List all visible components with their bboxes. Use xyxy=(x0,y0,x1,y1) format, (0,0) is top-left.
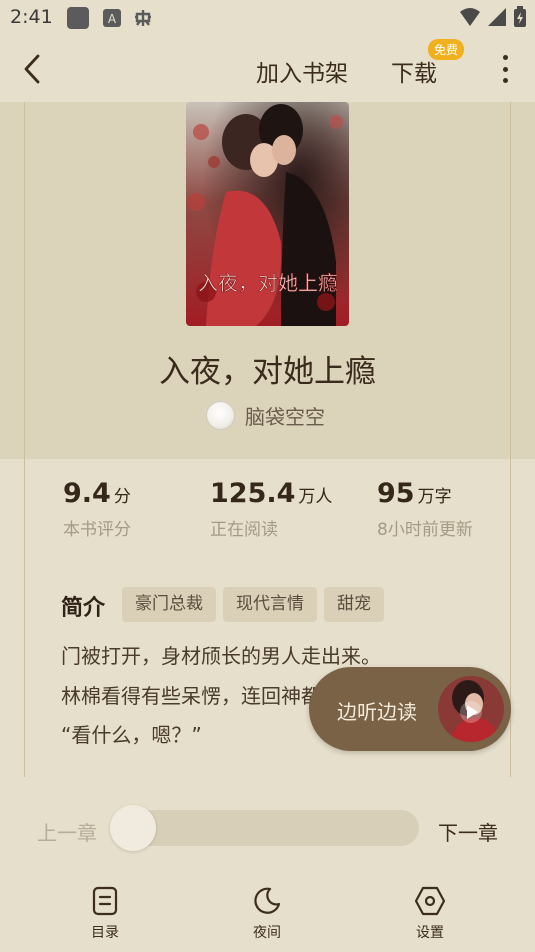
cover-illustration: 入夜，对她上瘾 xyxy=(186,102,349,326)
more-dot xyxy=(502,78,508,83)
nav-night-mode[interactable]: 夜间 xyxy=(227,886,307,942)
stat-value: 9.4 xyxy=(63,478,111,509)
a-icon: A xyxy=(101,7,123,29)
chapter-progress-slider[interactable] xyxy=(112,810,419,846)
book-cover[interactable]: 入夜，对她上瘾 xyxy=(186,102,349,326)
nav-table-of-contents[interactable]: 目录 xyxy=(65,886,145,942)
tag-chip[interactable]: 甜宠 xyxy=(324,587,384,622)
author-name: 脑袋空空 xyxy=(245,405,325,429)
nav-label: 设置 xyxy=(416,925,444,941)
app-bar: 加入书架 下载 免费 xyxy=(0,36,535,102)
signal-icon xyxy=(487,7,507,31)
stat-label: 8小时前更新 xyxy=(377,520,473,540)
more-dot xyxy=(502,55,508,60)
tag-chip[interactable]: 现代言情 xyxy=(223,587,317,622)
tag-chip[interactable]: 豪门总裁 xyxy=(122,587,216,622)
free-badge: 免费 xyxy=(428,39,465,60)
prev-chapter-button[interactable]: 上一章 xyxy=(37,817,97,846)
stat-rating: 9.4 分 本书评分 xyxy=(63,478,131,540)
moon-icon xyxy=(254,887,281,914)
add-to-shelf-button[interactable]: 加入书架 xyxy=(256,54,348,88)
nav-settings[interactable]: 设置 xyxy=(390,886,470,942)
intro-text-line: 门被打开，身材颀长的男人走出来。 xyxy=(61,644,381,668)
stat-unit: 万人 xyxy=(298,487,333,507)
settings-icon xyxy=(414,886,446,916)
stat-words: 95 万字 8小时前更新 xyxy=(377,478,473,540)
stat-label: 正在阅读 xyxy=(210,520,278,540)
next-chapter-button[interactable]: 下一章 xyxy=(438,817,498,846)
listen-thumbnail xyxy=(438,676,504,742)
listen-label: 边听边读 xyxy=(337,700,417,724)
nav-label: 目录 xyxy=(91,925,119,941)
more-button[interactable] xyxy=(495,52,515,86)
stat-label: 本书评分 xyxy=(63,520,131,540)
stat-value: 95 xyxy=(377,478,415,509)
play-icon xyxy=(460,701,482,723)
stat-unit: 分 xyxy=(113,487,131,507)
author-link[interactable]: 脑袋空空 xyxy=(206,401,325,430)
cover-title: 入夜，对她上瘾 xyxy=(198,271,338,295)
page-border-left xyxy=(24,102,25,777)
wifi-icon xyxy=(459,7,481,31)
stat-readers: 125.4 万人 正在阅读 xyxy=(210,478,332,540)
book-title: 入夜，对她上瘾 xyxy=(159,354,376,390)
author-avatar xyxy=(206,401,235,430)
bug-icon xyxy=(132,7,154,29)
intro-text-line: “看什么，嗯？” xyxy=(61,723,202,747)
intro-heading: 简介 xyxy=(61,596,106,621)
chevron-left-icon xyxy=(24,54,40,84)
nav-label: 夜间 xyxy=(253,925,281,941)
battery-icon xyxy=(513,6,527,32)
page-border-right xyxy=(510,102,511,777)
listen-while-reading-button[interactable]: 边听边读 xyxy=(309,667,511,751)
app-icon xyxy=(67,7,89,29)
stat-unit: 万字 xyxy=(417,487,452,507)
intro-text-line: 林棉看得有些呆愣，连回神都 xyxy=(61,684,321,708)
back-button[interactable] xyxy=(18,52,48,86)
status-bar: 2:41 A xyxy=(0,0,535,36)
toc-icon xyxy=(92,886,118,916)
status-time: 2:41 xyxy=(10,6,53,28)
slider-handle[interactable] xyxy=(110,805,156,851)
download-button[interactable]: 下载 xyxy=(391,54,437,88)
svg-text:A: A xyxy=(108,12,117,26)
more-dot xyxy=(502,66,508,72)
stat-value: 125.4 xyxy=(210,478,296,509)
